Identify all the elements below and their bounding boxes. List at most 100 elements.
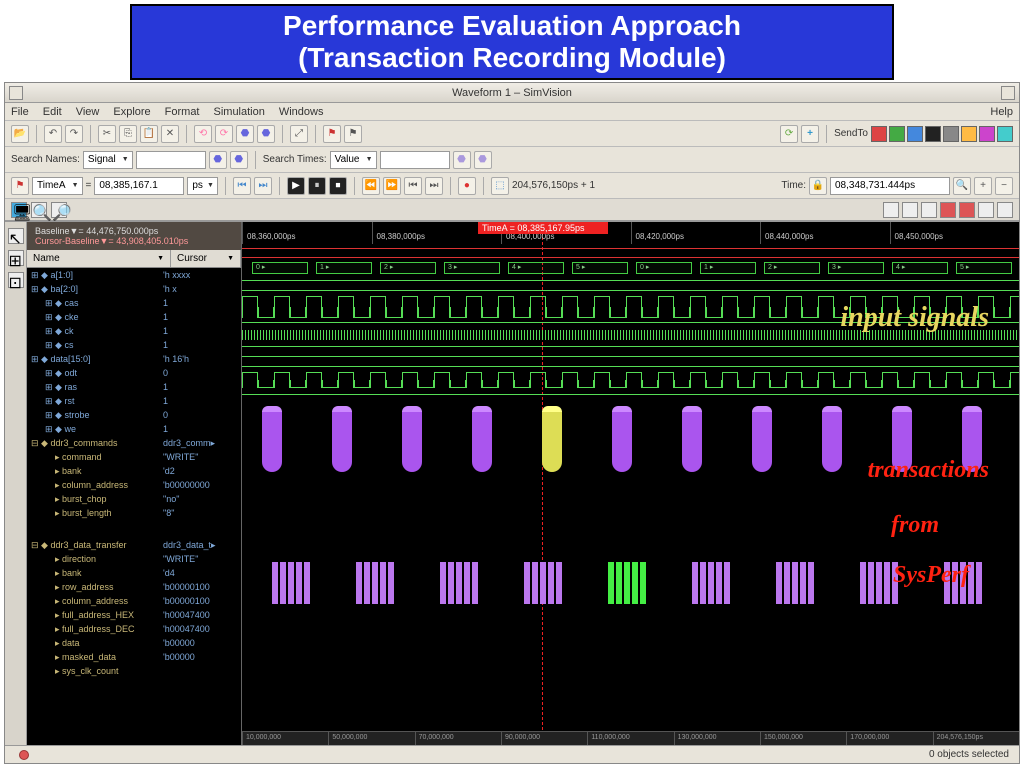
data-burst[interactable] xyxy=(272,562,310,604)
rail-expand-icon[interactable]: ⊡ xyxy=(8,272,24,288)
zoom-out-icon[interactable]: − xyxy=(995,177,1013,195)
search-next-icon[interactable]: ⬣ xyxy=(230,151,248,169)
layout-3-icon[interactable] xyxy=(921,202,937,218)
transaction-pill[interactable] xyxy=(682,412,702,472)
menu-windows[interactable]: Windows xyxy=(279,106,324,118)
data-burst[interactable] xyxy=(692,562,730,604)
nav-first-icon[interactable]: ⏮ xyxy=(233,177,251,195)
trace-odt[interactable] xyxy=(242,346,1019,347)
transaction-pill[interactable] xyxy=(262,412,282,472)
sendto-7[interactable] xyxy=(979,126,995,142)
signal-row[interactable]: ⊞ ◆ cke1 xyxy=(27,310,241,324)
group-child-row[interactable]: ▸ burst_chop"no" xyxy=(27,492,241,506)
nav-last-icon[interactable]: ⏭ xyxy=(254,177,272,195)
menu-simulation[interactable]: Simulation xyxy=(214,106,265,118)
signal-row[interactable]: ⊞ ◆ ba[2:0]'h x xyxy=(27,282,241,296)
time-lock-icon[interactable]: 🔒 xyxy=(809,177,827,195)
trace-cke[interactable] xyxy=(242,290,1019,291)
search-times-mode[interactable]: Value xyxy=(330,151,377,169)
signal-row[interactable]: ⊞ ◆ a[1:0]'h xxxx xyxy=(27,268,241,282)
open-icon[interactable]: 📂 xyxy=(11,125,29,143)
menu-explore[interactable]: Explore xyxy=(113,106,150,118)
transaction-pill[interactable] xyxy=(612,412,632,472)
trace-strobe[interactable] xyxy=(242,372,1019,388)
time-marker[interactable]: TimeA = 08,385,167.95ps xyxy=(478,222,608,234)
transaction-pill[interactable] xyxy=(542,412,562,472)
data-burst[interactable] xyxy=(776,562,814,604)
converge-icon[interactable]: ⟲ xyxy=(194,125,212,143)
sendto-6[interactable] xyxy=(961,126,977,142)
trace-cas[interactable] xyxy=(242,280,1019,281)
redo-icon[interactable]: ↷ xyxy=(65,125,83,143)
cursor-select[interactable]: TimeA xyxy=(32,177,83,195)
cut-icon[interactable]: ✂ xyxy=(98,125,116,143)
signal-row[interactable]: ⊞ ◆ we1 xyxy=(27,422,241,436)
sendto-5[interactable] xyxy=(943,126,959,142)
step-fwd-icon[interactable]: ⏩ xyxy=(383,177,401,195)
cursor-flag-icon[interactable]: ⚑ xyxy=(11,177,29,195)
search-prev-icon[interactable]: ⬣ xyxy=(209,151,227,169)
sendto-4[interactable] xyxy=(925,126,941,142)
signal-row[interactable]: ⊞ ◆ data[15:0]'h 16'h xyxy=(27,352,241,366)
group-child-row[interactable]: ▸ data'b00000 xyxy=(27,636,241,650)
sendto-3[interactable] xyxy=(907,126,923,142)
signal-row[interactable]: ⊞ ◆ strobe0 xyxy=(27,408,241,422)
group-child-row[interactable]: ▸ command"WRITE" xyxy=(27,450,241,464)
group-child-row[interactable]: ▸ direction"WRITE" xyxy=(27,552,241,566)
transaction-pill[interactable] xyxy=(332,412,352,472)
delete-icon[interactable]: ✕ xyxy=(161,125,179,143)
group-child-row[interactable]: ▸ column_address'b00000000 xyxy=(27,478,241,492)
data-burst[interactable] xyxy=(524,562,562,604)
menu-edit[interactable]: Edit xyxy=(43,106,62,118)
group-row[interactable]: ⊟ ◆ ddr3_data_transferddr3_data_t▸ xyxy=(27,538,241,552)
search-names-input[interactable] xyxy=(136,151,206,169)
layout-4-icon[interactable] xyxy=(940,202,956,218)
signal-tree[interactable]: ⊞ ◆ a[1:0]'h xxxx⊞ ◆ ba[2:0]'h x⊞ ◆ cas1… xyxy=(27,268,241,745)
zoom-cursor-icon[interactable]: 🔎 xyxy=(51,202,67,218)
jump-back-icon[interactable]: ⏮ xyxy=(404,177,422,195)
signal-row[interactable]: ⊞ ◆ rst1 xyxy=(27,394,241,408)
trace-a[interactable] xyxy=(242,248,1019,258)
group-child-row[interactable]: ▸ masked_data'b00000 xyxy=(27,650,241,664)
signal-row[interactable]: ⊞ ◆ cas1 xyxy=(27,296,241,310)
zoom-in-icon[interactable]: + xyxy=(974,177,992,195)
rail-cursor-icon[interactable]: ↖ xyxy=(8,228,24,244)
zoom-area-icon[interactable]: 🔍 xyxy=(31,202,47,218)
broadcast-icon[interactable]: ⟳ xyxy=(215,125,233,143)
group-child-row[interactable]: ▸ row_address'b00000100 xyxy=(27,580,241,594)
transaction-pill[interactable] xyxy=(752,412,772,472)
zoom-icon[interactable]: 🔍 xyxy=(953,177,971,195)
group-child-row[interactable]: ▸ column_address'b00000100 xyxy=(27,594,241,608)
group-child-row[interactable]: ▸ full_address_DEC'h00047400 xyxy=(27,622,241,636)
cursor-time-input[interactable]: 08,385,167.1 xyxy=(94,177,184,195)
transaction-pill[interactable] xyxy=(402,412,422,472)
group-child-row[interactable]: ▸ bank'd4 xyxy=(27,566,241,580)
time-display[interactable]: 08,348,731.444ps xyxy=(830,177,950,195)
menu-file[interactable]: File xyxy=(11,106,29,118)
layout-6-icon[interactable] xyxy=(978,202,994,218)
layout-1-icon[interactable] xyxy=(883,202,899,218)
add-icon[interactable]: + xyxy=(801,125,819,143)
find-next-icon[interactable]: ⬣ xyxy=(257,125,275,143)
group-child-row[interactable]: ▸ bank'd2 xyxy=(27,464,241,478)
close-button[interactable] xyxy=(1001,86,1015,100)
minimize-button[interactable] xyxy=(9,86,23,100)
layout-5-icon[interactable] xyxy=(959,202,975,218)
undo-icon[interactable]: ↶ xyxy=(44,125,62,143)
signal-row[interactable]: ⊞ ◆ odt0 xyxy=(27,366,241,380)
zoom-sel-icon[interactable]: ⬚ xyxy=(491,177,509,195)
layout-2-icon[interactable] xyxy=(902,202,918,218)
record-icon[interactable]: ● xyxy=(458,177,476,195)
menu-view[interactable]: View xyxy=(76,106,100,118)
trace-ras[interactable] xyxy=(242,356,1019,357)
sendto-8[interactable] xyxy=(997,126,1013,142)
flag-red-icon[interactable]: ⚑ xyxy=(323,125,341,143)
layout-7-icon[interactable] xyxy=(997,202,1013,218)
time-next-icon[interactable]: ⬣ xyxy=(474,151,492,169)
data-burst[interactable] xyxy=(356,562,394,604)
copy-icon[interactable]: ⎘ xyxy=(119,125,137,143)
trace-rst[interactable] xyxy=(242,366,1019,367)
titlebar[interactable]: Waveform 1 – SimVision xyxy=(5,83,1019,103)
group-child-row[interactable]: ▸ burst_length"8" xyxy=(27,506,241,520)
group-child-row[interactable]: ▸ sys_clk_count xyxy=(27,664,241,678)
